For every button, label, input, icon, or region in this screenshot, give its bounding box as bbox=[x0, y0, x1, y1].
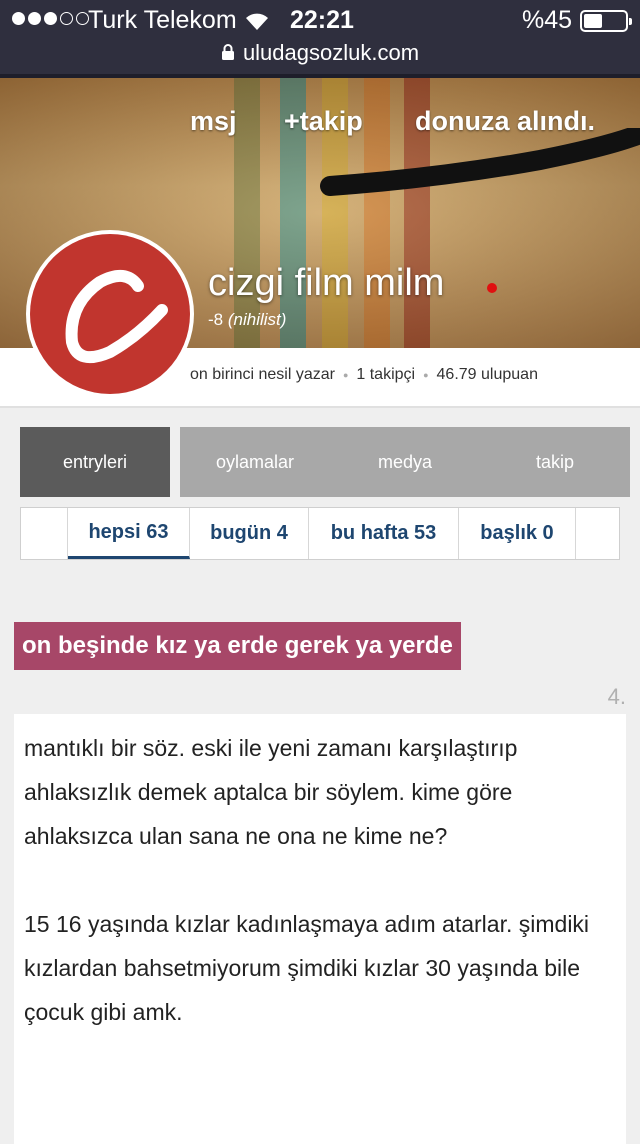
battery-percent: %45 bbox=[522, 6, 573, 34]
avatar[interactable] bbox=[26, 230, 194, 398]
cursive-c-icon bbox=[65, 270, 168, 364]
tab-entryleri[interactable]: entryleri bbox=[20, 427, 170, 497]
filter-hepsi[interactable]: hepsi 63 bbox=[68, 508, 190, 559]
follow-link[interactable]: +takip bbox=[284, 106, 363, 137]
filter-bu-hafta[interactable]: bu hafta 53 bbox=[309, 508, 459, 559]
topic-title[interactable]: on beşinde kız ya erde gerek ya yerde bbox=[14, 622, 461, 670]
entry-filter-bar: hepsi 63 bugün 4 bu hafta 53 başlık 0 bbox=[20, 507, 620, 560]
entry-body: mantıklı bir söz. eski ile yeni zamanı k… bbox=[14, 714, 626, 1144]
entry-number[interactable]: 4. bbox=[608, 684, 626, 710]
tab-medya[interactable]: medya bbox=[330, 427, 480, 497]
status-bar: Turk Telekom 22:21 %45 bbox=[0, 0, 640, 40]
wifi-icon bbox=[244, 10, 270, 37]
entry-paragraph: mantıklı bir söz. eski ile yeni zamanı k… bbox=[24, 735, 518, 849]
battery-icon bbox=[580, 10, 632, 32]
ulupuan-score: 46.79 ulupuan bbox=[436, 366, 538, 383]
filter-spacer-right bbox=[576, 508, 619, 559]
tab-oylamalar[interactable]: oylamalar bbox=[180, 427, 330, 497]
browser-top-bar: Turk Telekom 22:21 %45 uludagsozluk.com bbox=[0, 0, 640, 78]
lock-icon bbox=[221, 41, 235, 67]
filter-baslik[interactable]: başlık 0 bbox=[459, 508, 576, 559]
signal-strength-icon bbox=[12, 12, 89, 25]
filter-spacer bbox=[21, 508, 68, 559]
karma-title: (nihilist) bbox=[227, 310, 287, 329]
username: cizgi film milm bbox=[208, 262, 445, 304]
follower-count[interactable]: 1 takipçi bbox=[356, 366, 415, 384]
url-text: uludagsozluk.com bbox=[242, 40, 420, 65]
carrier-name: Turk Telekom bbox=[88, 6, 237, 34]
karma: -8 (nihilist) bbox=[208, 310, 286, 330]
tab-takip[interactable]: takip bbox=[480, 427, 630, 497]
address-bar[interactable]: uludagsozluk.com bbox=[0, 40, 640, 74]
online-indicator bbox=[487, 283, 497, 293]
generation-label: on birinci nesil yazar bbox=[190, 366, 335, 383]
karma-score: -8 bbox=[208, 310, 224, 329]
profile-stats: on birinci nesil yazar ● 1 takipçi ● 46.… bbox=[190, 366, 538, 384]
message-link[interactable]: msj bbox=[190, 106, 237, 137]
status-link[interactable]: donuza alındı. bbox=[415, 106, 595, 137]
clock: 22:21 bbox=[290, 6, 354, 34]
banner-brush-stroke bbox=[320, 128, 640, 196]
filter-bugun[interactable]: bugün 4 bbox=[190, 508, 309, 559]
entry-paragraph: 15 16 yaşında kızlar kadınlaşmaya adım a… bbox=[24, 911, 590, 1025]
